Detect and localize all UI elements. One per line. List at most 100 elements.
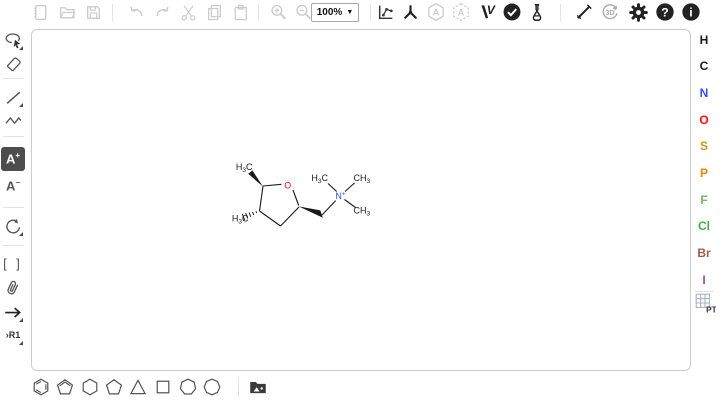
reaction-arrow-button[interactable] xyxy=(1,300,25,324)
new-document-button[interactable] xyxy=(28,0,52,24)
periodic-table-button[interactable]: PT xyxy=(693,291,717,315)
cyclopentadiene-icon xyxy=(55,377,75,397)
charge-plus-button[interactable]: A+ xyxy=(1,147,25,171)
bracket-icon: [ ] xyxy=(3,256,23,271)
bond-c3-c2 xyxy=(281,207,300,226)
toolbar-divider xyxy=(3,207,24,208)
atom-button-i[interactable]: I xyxy=(693,270,715,290)
chain-icon xyxy=(4,110,23,129)
3d-rotate-button[interactable]: 3D xyxy=(598,0,622,24)
atom-button-c[interactable]: C xyxy=(693,56,715,76)
template-cyclohexane-button[interactable] xyxy=(78,375,102,399)
erase-button[interactable] xyxy=(1,51,25,75)
atom-button-o[interactable]: O xyxy=(693,110,715,130)
atom-button-br[interactable]: Br xyxy=(693,243,715,263)
clean-up-icon xyxy=(401,3,420,22)
bracket-button[interactable]: [ ] xyxy=(1,251,25,275)
template-cyclopropane-button[interactable] xyxy=(126,375,150,399)
bond-single-button[interactable] xyxy=(1,85,25,109)
calculate-cip-button[interactable]: V xyxy=(475,0,499,24)
dearomatize-button[interactable]: A xyxy=(449,0,473,24)
svg-text:V: V xyxy=(487,3,496,17)
redo-button[interactable] xyxy=(150,0,174,24)
atom-label-methyl-left[interactable]: H3C xyxy=(232,214,249,226)
toolbar-divider xyxy=(238,377,239,397)
atom-button-f[interactable]: F xyxy=(693,190,715,210)
submenu-corner-indicator xyxy=(19,46,23,50)
template-library-icon xyxy=(248,377,268,397)
cyclohexane-icon xyxy=(80,377,100,397)
atom-label-oxygen[interactable]: O xyxy=(284,180,291,190)
calculated-values-button[interactable] xyxy=(525,0,549,24)
paste-icon xyxy=(231,3,250,22)
save-button[interactable] xyxy=(81,0,105,24)
bond-group xyxy=(260,183,356,226)
template-cyclopentane-button[interactable] xyxy=(102,375,126,399)
zoom-level-value: 100% xyxy=(317,7,343,18)
redo-icon xyxy=(153,3,172,22)
3d-viewer-button[interactable] xyxy=(572,0,596,24)
zoom-in-icon xyxy=(269,3,288,22)
atom-button-n[interactable]: N xyxy=(693,83,715,103)
atom-label-nitrogen[interactable]: N+ xyxy=(335,191,346,202)
about-button[interactable]: i xyxy=(679,0,703,24)
template-benzene-button[interactable] xyxy=(29,375,53,399)
template-cyclopentadiene-button[interactable] xyxy=(53,375,77,399)
atom-button-s[interactable]: S xyxy=(693,136,715,156)
attach-point-button[interactable] xyxy=(1,276,25,300)
save-icon xyxy=(84,3,103,22)
about-icon: i xyxy=(681,2,701,22)
template-cyclooctane-button[interactable] xyxy=(200,375,224,399)
molecule-structure[interactable]: O N+ H3C H3C H3C CH3 CH3 xyxy=(210,150,390,240)
help-button[interactable]: ? xyxy=(653,0,677,24)
template-cycloheptane-button[interactable] xyxy=(176,375,200,399)
cut-button[interactable] xyxy=(176,0,200,24)
atom-label-n-methyl-topleft[interactable]: H3C xyxy=(311,173,328,185)
clean-up-button[interactable] xyxy=(398,0,422,24)
atom-label-n-methyl-topright[interactable]: CH3 xyxy=(354,173,371,185)
toolbar-divider xyxy=(3,136,24,137)
check-structure-icon xyxy=(502,2,522,22)
periodic-table-icon: PT xyxy=(694,292,716,314)
zoom-in-button[interactable] xyxy=(266,0,290,24)
svg-text:PT: PT xyxy=(706,305,716,314)
select-lasso-button[interactable] xyxy=(1,28,25,52)
wedge-bond-c2-ch2 xyxy=(299,206,323,217)
open-button[interactable] xyxy=(55,0,79,24)
charge-plus-icon: A+ xyxy=(6,152,20,165)
transform-rotate-button[interactable] xyxy=(1,214,25,238)
cyclopentane-icon xyxy=(104,377,124,397)
new-document-icon xyxy=(31,3,50,22)
atom-label-n-methyl-bottomright[interactable]: CH3 xyxy=(354,206,371,218)
layout-button[interactable] xyxy=(373,0,397,24)
paste-button[interactable] xyxy=(228,0,252,24)
svg-text:i: i xyxy=(689,5,692,19)
chain-button[interactable] xyxy=(1,107,25,131)
atom-button-cl[interactable]: Cl xyxy=(693,216,715,236)
submenu-corner-indicator xyxy=(19,318,23,322)
template-library-button[interactable] xyxy=(246,375,270,399)
undo-button[interactable] xyxy=(124,0,148,24)
template-cyclobutane-button[interactable] xyxy=(151,375,175,399)
aromatize-button[interactable]: A xyxy=(424,0,448,24)
calculate-cip-icon: V xyxy=(477,2,497,22)
rgroup-icon: ›R1 xyxy=(6,330,21,340)
copy-button[interactable] xyxy=(202,0,226,24)
atom-button-h[interactable]: H xyxy=(693,30,715,50)
toolbar-divider xyxy=(112,4,113,21)
open-icon xyxy=(58,3,77,22)
settings-button[interactable] xyxy=(626,0,650,24)
charge-minus-icon: A− xyxy=(6,179,20,192)
charge-minus-button[interactable]: A− xyxy=(1,174,25,198)
zoom-level-dropdown[interactable]: 100% ▼ xyxy=(311,3,359,22)
svg-text:3D: 3D xyxy=(605,8,614,17)
rgroup-button[interactable]: ›R1 xyxy=(1,323,25,347)
3d-rotate-icon: 3D xyxy=(600,2,620,22)
paperclip-icon xyxy=(3,278,23,298)
check-structure-button[interactable] xyxy=(500,0,524,24)
gear-icon xyxy=(628,2,649,23)
eraser-icon xyxy=(4,54,23,73)
atom-button-p[interactable]: P xyxy=(693,163,715,183)
svg-text:A: A xyxy=(458,7,465,17)
aromatize-icon: A xyxy=(426,2,446,22)
